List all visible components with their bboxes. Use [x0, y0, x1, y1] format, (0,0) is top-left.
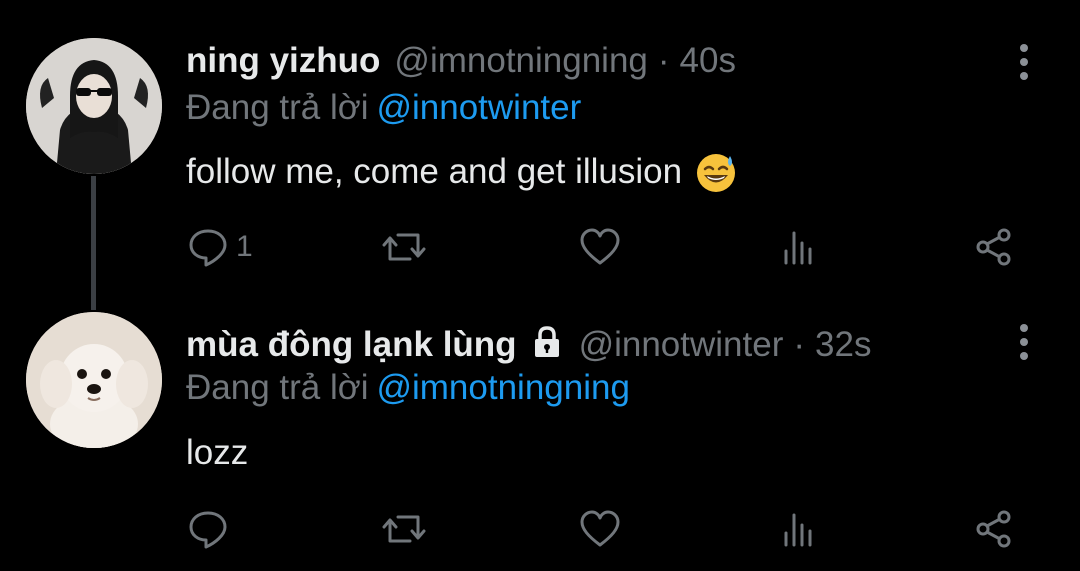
- share-button[interactable]: [972, 504, 1016, 554]
- retweet-icon: [382, 515, 426, 543]
- avatar[interactable]: [26, 38, 162, 174]
- timestamp[interactable]: 32s: [815, 324, 871, 366]
- display-name[interactable]: mùa đông lạnk lùng: [186, 324, 517, 366]
- tweet[interactable]: ning yizhuo @imnotningning · 40s Đang tr…: [0, 0, 1080, 310]
- views-button[interactable]: [776, 222, 820, 272]
- tweet-text: lozz: [186, 432, 248, 474]
- replying-to: Đang trả lời @innotwinter: [186, 87, 581, 129]
- tweet-text-content: lozz: [186, 433, 249, 472]
- share-icon: [976, 228, 1011, 266]
- replying-to: Đang trả lời @imnotningning: [186, 367, 630, 409]
- heart-icon: [580, 228, 620, 265]
- retweet-button[interactable]: [382, 504, 426, 554]
- avatar-photo-dog: [26, 312, 162, 448]
- like-button[interactable]: [578, 504, 622, 554]
- timestamp[interactable]: 40s: [680, 40, 736, 82]
- reply-icon: [189, 511, 227, 549]
- reply-count: 1: [236, 230, 253, 263]
- tweet-header: ning yizhuo @imnotningning · 40s: [186, 40, 736, 82]
- like-button[interactable]: [578, 222, 622, 272]
- username[interactable]: @innotwinter: [579, 324, 784, 366]
- tweet-text-content: follow me, come and get illusion: [186, 152, 683, 191]
- views-button[interactable]: [776, 504, 820, 554]
- views-icon: [784, 231, 812, 265]
- tweet[interactable]: mùa đông lạnk lùng @innotwinter · 32s Đa…: [0, 290, 1080, 571]
- reply-thread: ning yizhuo @imnotningning · 40s Đang tr…: [0, 0, 1080, 571]
- more-options-button[interactable]: [1012, 42, 1036, 82]
- more-vertical-icon: [1020, 324, 1028, 360]
- reply-button[interactable]: 1: [186, 222, 253, 272]
- tweet-actions: [186, 504, 1026, 554]
- more-vertical-icon: [1020, 44, 1028, 80]
- reply-icon: [189, 229, 227, 267]
- retweet-button[interactable]: [382, 222, 426, 272]
- sweat-smile-emoji-icon: [697, 154, 736, 192]
- replying-to-label: Đang trả lời: [186, 368, 369, 407]
- avatar[interactable]: [26, 312, 162, 448]
- lock-icon: [534, 326, 559, 357]
- separator: ·: [657, 41, 670, 80]
- more-options-button[interactable]: [1012, 322, 1036, 362]
- display-name[interactable]: ning yizhuo: [186, 40, 380, 82]
- share-button[interactable]: [972, 222, 1016, 272]
- reply-button[interactable]: [186, 504, 236, 554]
- mention-link[interactable]: @imnotningning: [376, 368, 629, 407]
- username[interactable]: @imnotningning: [394, 40, 647, 82]
- share-icon: [976, 510, 1011, 548]
- separator: ·: [793, 325, 806, 364]
- avatar-photo-person: [26, 38, 162, 174]
- mention-link[interactable]: @innotwinter: [376, 88, 581, 127]
- tweet-header: mùa đông lạnk lùng @innotwinter · 32s: [186, 320, 871, 366]
- tweet-actions: 1: [186, 222, 1026, 272]
- tweet-text: follow me, come and get illusion: [186, 150, 738, 194]
- retweet-icon: [382, 233, 426, 261]
- views-icon: [784, 513, 812, 547]
- heart-icon: [580, 510, 620, 547]
- replying-to-label: Đang trả lời: [186, 88, 369, 127]
